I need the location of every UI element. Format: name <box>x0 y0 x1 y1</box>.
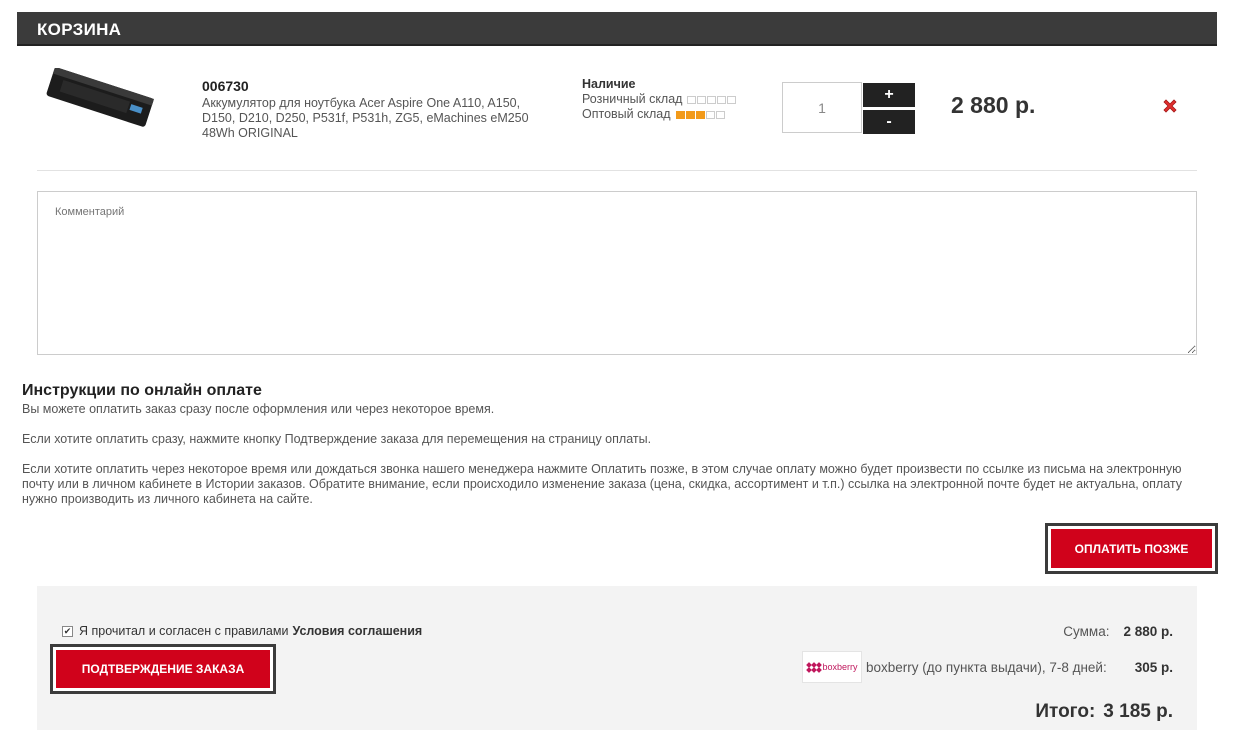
instructions-text-2: Если хотите оплатить сразу, нажмите кноп… <box>22 432 652 446</box>
pay-later-button[interactable]: ОПЛАТИТЬ ПОЗЖЕ <box>1051 529 1212 568</box>
shipping-line: boxberry boxberry (до пункта выдачи), 7-… <box>802 651 1173 683</box>
checkout-panel: ✔ Я прочитал и согласен с правилами Усло… <box>37 586 1197 730</box>
cart-item-row: 006730 Аккумулятор для ноутбука Acer Asp… <box>37 64 1197 171</box>
instructions-text-1: Вы можете оплатить заказ сразу после офо… <box>22 402 495 416</box>
pay-later-highlight: ОПЛАТИТЬ ПОЗЖЕ <box>1045 523 1218 574</box>
total-line: Итого: 3 185 р. <box>802 701 1173 723</box>
stock-bar <box>695 110 705 119</box>
shipping-logo-text: boxberry <box>822 662 858 672</box>
agreement-checkbox[interactable]: ✔ <box>62 625 73 637</box>
order-summary: Сумма: 2 880 р. boxberry boxberry (до пу… <box>802 624 1173 723</box>
stock-bar <box>727 95 737 104</box>
comment-field[interactable] <box>37 191 1197 355</box>
agreement-text: Я прочитал и согласен с правилами <box>79 624 289 638</box>
cart-title: КОРЗИНА <box>17 12 1217 46</box>
instructions-title: Инструкции по онлайн оплате <box>22 382 262 399</box>
retail-stock-label: Розничный склад <box>582 92 683 106</box>
instructions-text-3: Если хотите оплатить через некоторое вре… <box>22 462 1183 506</box>
wholesale-stock-bars <box>675 110 726 119</box>
stock-bar <box>717 95 727 104</box>
retail-stock: Розничный склад <box>582 92 782 107</box>
cart-page: КОРЗИНА 006730 Аккумулятор для ноутбука … <box>17 12 1218 730</box>
total-value: 3 185 р. <box>1103 701 1173 722</box>
sum-value: 2 880 р. <box>1123 624 1173 639</box>
product-info: 006730 Аккумулятор для ноутбука Acer Asp… <box>202 78 532 141</box>
sum-label: Сумма: <box>1063 624 1110 639</box>
stock-bar <box>707 95 717 104</box>
wholesale-stock: Оптовый склад <box>582 107 782 122</box>
payment-instructions: Инструкции по онлайн оплате Вы можете оп… <box>22 383 1212 522</box>
wholesale-stock-label: Оптовый склад <box>582 107 671 121</box>
stock-bar <box>715 110 725 119</box>
retail-stock-bars <box>687 95 737 104</box>
boxberry-logo-icon: boxberry <box>802 651 863 683</box>
product-code[interactable]: 006730 <box>202 78 532 94</box>
stock-bar <box>685 110 695 119</box>
shipping-value: 305 р. <box>1134 659 1173 675</box>
quantity-input[interactable] <box>782 82 862 133</box>
stock-bar <box>687 95 697 104</box>
stock-bar <box>675 110 685 119</box>
sum-line: Сумма: 2 880 р. <box>802 624 1173 639</box>
agreement: ✔ Я прочитал и согласен с правилами Усло… <box>62 624 422 638</box>
total-label: Итого: <box>1035 701 1096 722</box>
product-image[interactable] <box>39 68 157 132</box>
stock-bar <box>697 95 707 104</box>
stock-availability: Наличие Розничный склад Оптовый склад <box>582 77 782 122</box>
quantity-plus-button[interactable]: + <box>863 83 915 107</box>
product-name[interactable]: Аккумулятор для ноутбука Acer Aspire One… <box>202 96 532 141</box>
quantity-minus-button[interactable]: - <box>863 110 915 134</box>
stock-bar <box>705 110 715 119</box>
stock-title: Наличие <box>582 77 636 91</box>
remove-item-icon[interactable] <box>1160 96 1180 116</box>
confirm-highlight: ПОДТВЕРЖДЕНИЕ ЗАКАЗА <box>50 644 276 694</box>
agreement-link[interactable]: Условия соглашения <box>292 624 422 638</box>
item-price: 2 880 р. <box>951 92 1036 118</box>
shipping-label: boxberry (до пункта выдачи), 7-8 дней: <box>866 659 1107 675</box>
confirm-order-button[interactable]: ПОДТВЕРЖДЕНИЕ ЗАКАЗА <box>56 650 270 688</box>
